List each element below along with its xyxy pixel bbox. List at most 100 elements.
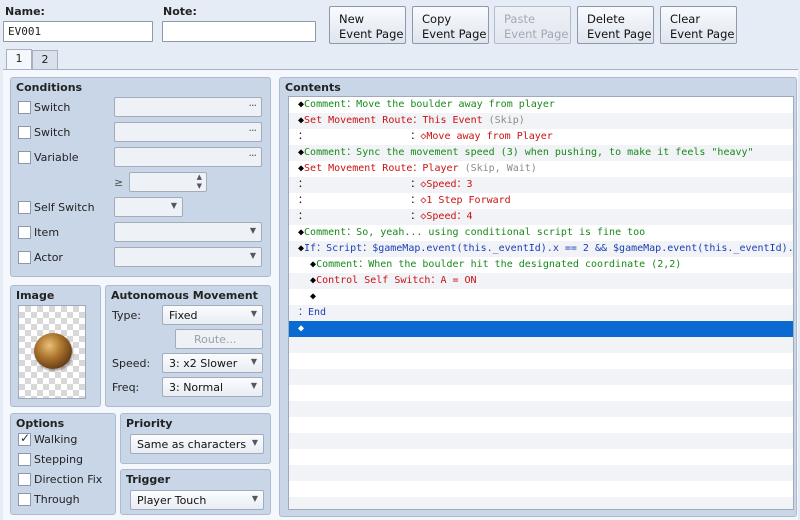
switch2-checkbox[interactable] [18, 126, 31, 139]
switch2-select[interactable]: ··· [114, 122, 262, 142]
image-title: Image [16, 289, 55, 302]
switch1-checkbox[interactable] [18, 101, 31, 114]
priority-select[interactable]: Same as characters ▼ [130, 434, 264, 454]
command-row[interactable]: ◆Comment：So, yeah... using conditional s… [289, 225, 793, 241]
stepping-checkbox[interactable] [18, 453, 31, 466]
priority-title: Priority [126, 417, 173, 430]
command-row[interactable]: ◆ [289, 321, 793, 337]
chevron-down-icon: ▼ [249, 251, 256, 260]
through-label: Through [34, 493, 80, 506]
tab-page-2[interactable]: 2 [32, 50, 58, 69]
movement-type-select[interactable]: Fixed ▼ [162, 305, 263, 325]
variable-checkbox[interactable] [18, 151, 31, 164]
actor-checkbox[interactable] [18, 251, 31, 264]
command-row[interactable] [289, 353, 793, 369]
stepping-label: Stepping [34, 453, 84, 466]
self-switch-select[interactable]: ▼ [114, 197, 183, 217]
tab-page-1[interactable]: 1 [6, 49, 32, 70]
command-segment: ： [308, 211, 421, 222]
ellipsis-icon: ··· [248, 149, 257, 162]
command-row[interactable] [289, 385, 793, 401]
command-row[interactable]: ：End [289, 305, 793, 321]
command-row[interactable] [289, 401, 793, 417]
command-row[interactable] [289, 433, 793, 449]
trigger-value: Player Touch [137, 494, 207, 507]
variable-select[interactable]: ··· [114, 147, 262, 167]
speed-value: 3: x2 Slower [169, 357, 238, 370]
event-command-list[interactable]: ◆Comment：Move the boulder away from play… [288, 96, 794, 510]
command-segment: If [304, 243, 317, 254]
delete-event-page-button[interactable]: Delete Event Page [577, 6, 654, 44]
command-segment: ：When the boulder hit the designated coo… [358, 259, 682, 270]
ellipsis-icon: ··· [248, 124, 257, 137]
chevron-down-icon: ▼ [251, 438, 258, 447]
new-event-page-button[interactable]: New Event Page [329, 6, 406, 44]
command-row[interactable] [289, 449, 793, 465]
command-segment: $gameMap.event(this._eventId).x == 2 && … [372, 243, 794, 254]
route-button[interactable]: Route... [175, 329, 263, 349]
chevron-down-icon: ▼ [170, 201, 177, 210]
command-row[interactable]: ： ：◇Speed：4 [289, 209, 793, 225]
copy-button-line2: Event Page [422, 27, 487, 41]
command-row[interactable]: ： ：◇1 Step Forward [289, 193, 793, 209]
command-segment: ◇Move away from Player [420, 131, 553, 142]
variable-value-spinner[interactable]: ▲ ▼ [129, 172, 207, 192]
item-checkbox[interactable] [18, 226, 31, 239]
name-input[interactable]: EV001 [3, 21, 153, 42]
type-label: Type: [112, 309, 141, 322]
switch2-label: Switch [34, 126, 71, 139]
command-segment: ：Script： [316, 243, 373, 254]
self-switch-checkbox[interactable] [18, 201, 31, 214]
command-row[interactable]: ◆Comment：When the boulder hit the design… [289, 257, 793, 273]
command-segment: (Skip, Wait) [464, 163, 537, 174]
command-segment: ： [308, 131, 421, 142]
copy-event-page-button[interactable]: Copy Event Page [412, 6, 489, 44]
command-row[interactable] [289, 417, 793, 433]
command-row[interactable]: ◆Set Movement Route：This Event (Skip) [289, 113, 793, 129]
command-row[interactable]: ◆Comment：Sync the movement speed (3) whe… [289, 145, 793, 161]
command-segment: Comment [316, 259, 359, 270]
command-row[interactable] [289, 369, 793, 385]
command-row[interactable] [289, 337, 793, 353]
event-image-thumbnail[interactable] [18, 305, 86, 399]
trigger-title: Trigger [126, 473, 171, 486]
paste-event-page-button[interactable]: Paste Event Page [494, 6, 571, 44]
trigger-select[interactable]: Player Touch ▼ [130, 490, 264, 510]
clear-event-page-button[interactable]: Clear Event Page [660, 6, 737, 44]
freq-select[interactable]: 3: Normal ▼ [162, 377, 263, 397]
command-row[interactable]: ◆ [289, 289, 793, 305]
command-row[interactable] [289, 497, 793, 509]
command-row[interactable]: ◆Control Self Switch：A = ON [289, 273, 793, 289]
command-row[interactable]: ◆If：Script：$gameMap.event(this._eventId)… [289, 241, 793, 257]
item-label: Item [34, 226, 60, 239]
command-row[interactable] [289, 481, 793, 497]
speed-select[interactable]: 3: x2 Slower ▼ [162, 353, 263, 373]
command-segment: ： [308, 195, 421, 206]
command-segment: ： [298, 307, 308, 318]
item-select[interactable]: ▼ [114, 222, 262, 242]
through-checkbox[interactable] [18, 493, 31, 506]
variable-label: Variable [34, 151, 79, 164]
command-row[interactable]: ： ：◇Move away from Player [289, 129, 793, 145]
command-row[interactable] [289, 465, 793, 481]
switch1-select[interactable]: ··· [114, 97, 262, 117]
note-input[interactable] [162, 21, 316, 42]
paste-button-line2: Event Page [504, 27, 569, 41]
command-row[interactable]: ◆Set Movement Route：Player (Skip, Wait) [289, 161, 793, 177]
actor-select[interactable]: ▼ [114, 247, 262, 267]
command-segment: ◇Speed：3 [420, 179, 473, 190]
command-segment: Control Self Switch [316, 275, 431, 286]
command-segment: ：Player [412, 163, 465, 174]
clear-button-line1: Clear [670, 12, 701, 26]
command-segment: ： [298, 179, 308, 190]
walking-checkbox[interactable] [18, 431, 31, 446]
direction-fix-checkbox[interactable] [18, 473, 31, 486]
walking-label: Walking [34, 433, 78, 446]
command-segment: ： [298, 211, 308, 222]
command-row[interactable]: ◆Comment：Move the boulder away from play… [289, 97, 793, 113]
command-segment: ：Sync the movement speed (3) when pushin… [346, 147, 754, 158]
clear-button-line2: Event Page [670, 27, 735, 41]
actor-label: Actor [34, 251, 63, 264]
command-row[interactable]: ： ：◇Speed：3 [289, 177, 793, 193]
command-segment: ：This Event [412, 115, 489, 126]
